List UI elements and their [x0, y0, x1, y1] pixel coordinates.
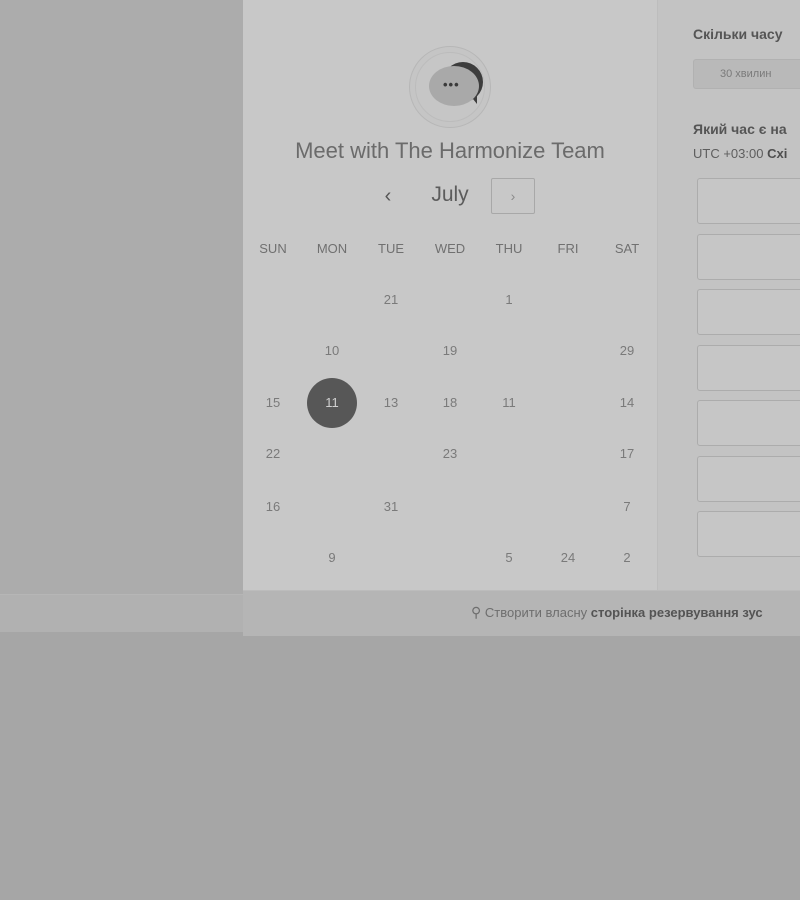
calendar-day[interactable]: 10 — [307, 326, 357, 376]
calendar-day[interactable]: 29 — [602, 326, 652, 376]
footer: ⚲ Створити власну сторінка резервування … — [243, 590, 800, 636]
timezone-name: Схі — [767, 146, 788, 161]
prev-month-button[interactable]: ‹ — [374, 182, 402, 210]
calendar-panel: ••• Meet with The Harmonize Team SUN MON T… — [243, 0, 657, 590]
booking-card: ••• Meet with The Harmonize Team SUN MON T… — [243, 0, 800, 590]
time-slot-button[interactable] — [697, 233, 800, 280]
duration-option-button[interactable]: 30 хвилин — [693, 59, 800, 89]
calendar-day[interactable]: 11 — [484, 378, 534, 428]
time-slot-button[interactable] — [697, 344, 800, 391]
duration-heading: Скільки часу — [693, 26, 783, 42]
calendar-day[interactable]: 22 — [248, 429, 298, 479]
time-panel: Скільки часу 30 хвилин Який час є на UTC… — [657, 0, 800, 590]
calendar-day[interactable]: 7 — [602, 482, 652, 532]
calendar-day[interactable]: 15 — [248, 378, 298, 428]
month-label: July — [431, 183, 469, 206]
calendar-day[interactable]: 16 — [248, 482, 298, 532]
calendar-day[interactable]: 2 — [602, 533, 652, 583]
calendar-day[interactable]: 18 — [425, 378, 475, 428]
footer-text-prefix: Створити власну — [484, 605, 588, 620]
calendar-day[interactable]: 13 — [366, 378, 416, 428]
timezone-selector[interactable]: UTC +03:00 Схі — [693, 146, 787, 161]
time-slot-button[interactable] — [697, 178, 800, 224]
calendar-day[interactable]: 14 — [602, 378, 652, 428]
timezone-offset: UTC +03:00 — [693, 146, 764, 161]
calendar-grid: 21 1 10 19 29 15 11 13 18 11 14 22 23 17 16 31 7 9 5 24 2 — [243, 0, 657, 590]
calendar-day[interactable]: 19 — [425, 326, 475, 376]
create-booking-page-link[interactable]: ⚲ Створити власну сторінка резервування … — [471, 604, 763, 621]
time-slot-button[interactable] — [697, 455, 800, 502]
time-heading: Який час є на — [693, 121, 787, 137]
calendar-day[interactable]: 21 — [366, 275, 416, 325]
next-month-button[interactable]: › — [491, 178, 535, 214]
calendar-day[interactable]: 5 — [484, 533, 534, 583]
calendar-day[interactable]: 23 — [425, 429, 475, 479]
calendar-day[interactable]: 24 — [543, 533, 593, 583]
footer-text-bold: сторінка резервування зус — [590, 605, 763, 620]
calendar-day[interactable]: 9 — [307, 533, 357, 583]
time-slot-button[interactable] — [697, 289, 800, 335]
calendar-day[interactable]: 1 — [484, 275, 534, 325]
calendar-day-selected[interactable]: 11 — [307, 378, 357, 428]
calendar-day[interactable]: 31 — [366, 482, 416, 532]
time-slot-button[interactable] — [697, 400, 800, 446]
footer-strip — [0, 595, 243, 632]
time-slot-button[interactable] — [697, 511, 800, 557]
calendar-day[interactable]: 17 — [602, 429, 652, 479]
hubspot-sprocket-icon: ⚲ — [471, 604, 482, 620]
